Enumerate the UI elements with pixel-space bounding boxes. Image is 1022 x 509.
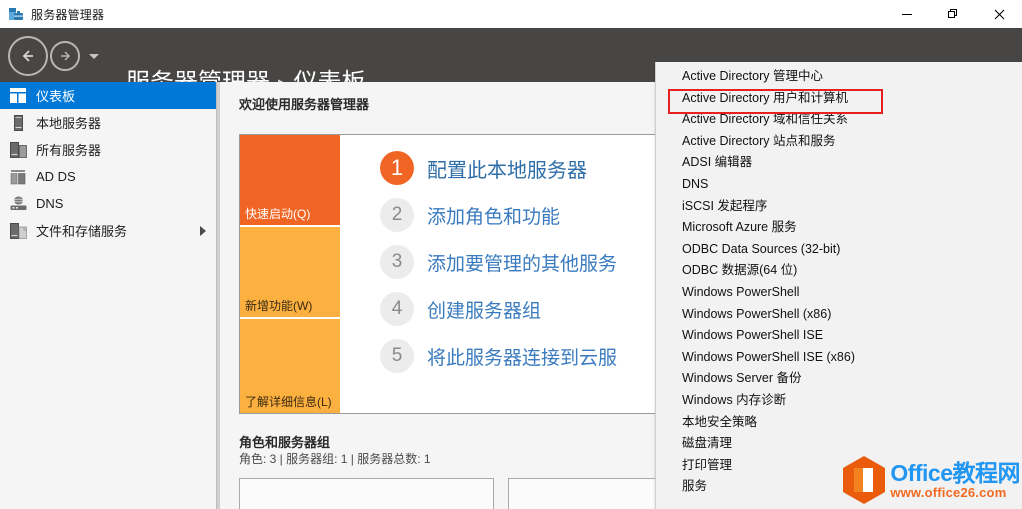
restore-icon[interactable] [930, 0, 976, 28]
title-bar: 服务器管理器 [0, 0, 1022, 28]
welcome-title: 欢迎使用服务器管理器 [239, 97, 370, 112]
step-item[interactable]: 2 添加角色和功能 [380, 198, 617, 232]
step-label[interactable]: 添加要管理的其他服务 [427, 249, 617, 276]
roles-summary: 角色: 3 | 服务器组: 1 | 服务器总数: 1 [239, 452, 431, 466]
window-controls [884, 0, 1022, 28]
tools-menu-item-windows-powershell-ise[interactable]: Windows PowerShell ISE [656, 325, 1022, 347]
tools-menu-item-disk-cleanup[interactable]: 磁盘清理 [656, 433, 1022, 455]
tools-menu-item-windows-memory-diagnostic[interactable]: Windows 内存诊断 [656, 390, 1022, 412]
server-icon [8, 114, 28, 132]
navigation-buttons [8, 36, 99, 76]
tools-menu-item-microsoft-azure-services[interactable]: Microsoft Azure 服务 [656, 217, 1022, 239]
ad-ds-icon [8, 168, 28, 186]
tools-menu-item-odbc-data-sources-64[interactable]: ODBC 数据源(64 位) [656, 260, 1022, 282]
tools-menu-item-windows-powershell-ise-x86[interactable]: Windows PowerShell ISE (x86) [656, 347, 1022, 369]
watermark-text: Office教程网 www.office26.com [890, 461, 1020, 500]
dns-icon [8, 195, 28, 213]
sidebar-item-label: 所有服务器 [36, 143, 102, 158]
tools-menu-item-odbc-data-sources-32[interactable]: ODBC Data Sources (32-bit) [656, 239, 1022, 261]
role-tile[interactable] [239, 478, 494, 509]
close-icon[interactable] [976, 0, 1022, 28]
sidebar-item-local-server[interactable]: 本地服务器 [0, 109, 216, 136]
chevron-right-icon[interactable] [200, 225, 206, 236]
sidebar-item-label: 本地服务器 [36, 116, 102, 131]
step-label[interactable]: 配置此本地服务器 [427, 154, 587, 183]
watermark-line2: www.office26.com [890, 484, 1007, 500]
tools-menu-item-windows-powershell[interactable]: Windows PowerShell [656, 282, 1022, 304]
step-number: 3 [380, 245, 414, 279]
quick-start-tiles: 快速启动(Q) 新增功能(W) 了解详细信息(L) [240, 135, 340, 413]
watermark-line1: Office教程网 [890, 459, 1020, 486]
tools-menu-item-ad-sites-and-services[interactable]: Active Directory 站点和服务 [656, 131, 1022, 153]
step-item[interactable]: 3 添加要管理的其他服务 [380, 245, 617, 279]
tools-dropdown-menu: Active Directory 管理中心 Active Directory 用… [655, 62, 1022, 509]
sidebar-item-label: 仪表板 [36, 89, 76, 104]
all-servers-icon [8, 141, 28, 159]
step-label[interactable]: 添加角色和功能 [427, 202, 560, 229]
step-number: 5 [380, 339, 414, 373]
back-arrow-icon[interactable] [8, 36, 48, 76]
roles-title: 角色和服务器组 [239, 435, 331, 450]
tools-menu-item-windows-powershell-x86[interactable]: Windows PowerShell (x86) [656, 304, 1022, 326]
tile-whats-new[interactable]: 新增功能(W) [240, 227, 340, 319]
step-item[interactable]: 4 创建服务器组 [380, 292, 617, 326]
sidebar-item-ad-ds[interactable]: AD DS [0, 163, 216, 190]
sidebar-item-dns[interactable]: DNS [0, 190, 216, 217]
file-storage-icon [8, 222, 28, 240]
tile-label: 快速启动(Q) [245, 207, 311, 221]
dashboard-icon [8, 87, 28, 105]
server-manager-window: 服务器管理器 仪表板 本地服务器 所有服务器 AD DS DNS 文件和存储服务… [0, 0, 1022, 509]
tools-menu-item-local-security-policy[interactable]: 本地安全策略 [656, 412, 1022, 434]
step-number: 4 [380, 292, 414, 326]
watermark: Office教程网 www.office26.com [841, 455, 1020, 505]
tools-menu-list: Active Directory 管理中心 Active Directory 用… [656, 66, 1022, 498]
tools-menu-item-ad-users-and-computers[interactable]: Active Directory 用户和计算机 [656, 88, 1022, 110]
server-manager-icon [8, 6, 24, 22]
tools-menu-item-windows-server-backup[interactable]: Windows Server 备份 [656, 368, 1022, 390]
step-number: 1 [380, 151, 414, 185]
tile-learn-more[interactable]: 了解详细信息(L) [240, 319, 340, 413]
step-number: 2 [380, 198, 414, 232]
tools-menu-item-dns[interactable]: DNS [656, 174, 1022, 196]
office-logo-icon [841, 455, 887, 505]
step-item[interactable]: 5 将此服务器连接到云服 [380, 339, 617, 373]
sidebar-item-label: AD DS [36, 169, 76, 184]
step-label[interactable]: 创建服务器组 [427, 296, 541, 323]
sidebar-item-file-and-storage-services[interactable]: 文件和存储服务 [0, 217, 216, 244]
sidebar-navigation: 仪表板 本地服务器 所有服务器 AD DS DNS 文件和存储服务 [0, 82, 216, 509]
sidebar-item-label: DNS [36, 196, 64, 211]
tools-menu-item-adsi-edit[interactable]: ADSI 编辑器 [656, 152, 1022, 174]
chevron-down-icon[interactable] [89, 53, 99, 59]
step-item[interactable]: 1 配置此本地服务器 [380, 151, 617, 185]
forward-arrow-icon[interactable] [50, 41, 80, 71]
step-label[interactable]: 将此服务器连接到云服 [427, 343, 617, 370]
tile-quick-start[interactable]: 快速启动(Q) [240, 135, 340, 227]
tools-menu-item-ad-administrative-center[interactable]: Active Directory 管理中心 [656, 66, 1022, 88]
minimize-icon[interactable] [884, 0, 930, 28]
tools-menu-item-ad-domains-and-trusts[interactable]: Active Directory 域和信任关系 [656, 109, 1022, 131]
tile-label: 新增功能(W) [245, 299, 313, 313]
tools-menu-item-iscsi-initiator[interactable]: iSCSI 发起程序 [656, 196, 1022, 218]
sidebar-item-all-servers[interactable]: 所有服务器 [0, 136, 216, 163]
sidebar-item-label: 文件和存储服务 [36, 224, 128, 239]
quick-start-steps: 1 配置此本地服务器 2 添加角色和功能 3 添加要管理的其他服务 4 创建服务… [380, 151, 617, 386]
window-title: 服务器管理器 [31, 7, 105, 22]
sidebar-item-dashboard[interactable]: 仪表板 [0, 82, 216, 109]
tile-label: 了解详细信息(L) [245, 395, 332, 409]
